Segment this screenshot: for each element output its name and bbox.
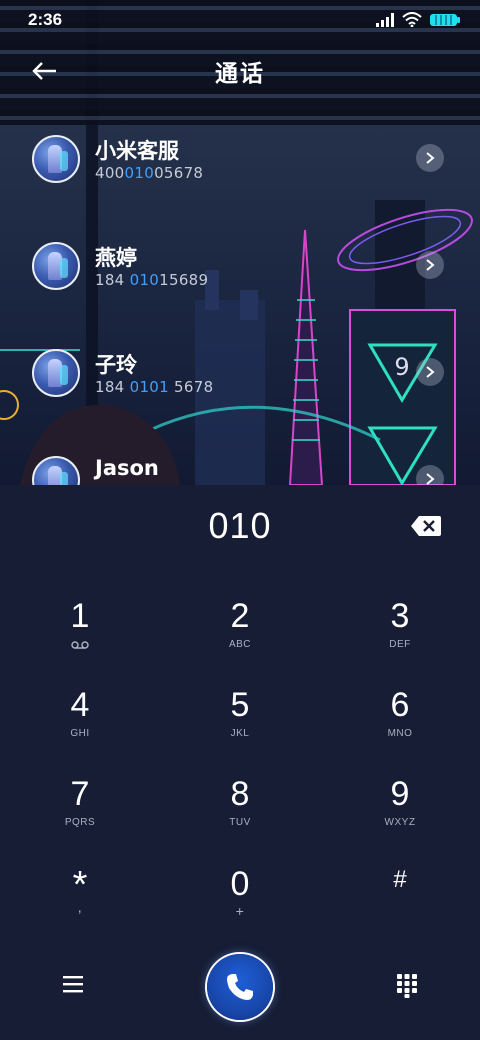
dial-input[interactable]: 010	[0, 505, 480, 547]
list-item[interactable]: Jason	[0, 452, 480, 485]
status-icons	[376, 12, 460, 27]
contact-detail-button[interactable]	[416, 144, 444, 172]
key-star[interactable]: * ,	[20, 865, 140, 945]
key-7[interactable]: 7 PQRS	[20, 775, 140, 855]
key-0[interactable]: 0 +	[180, 865, 300, 945]
key-2[interactable]: 2 ABC	[180, 597, 300, 677]
wifi-icon	[402, 12, 422, 27]
contact-number: 184 0101 5678	[95, 378, 214, 396]
contact-detail-button[interactable]	[416, 251, 444, 279]
menu-icon[interactable]	[60, 973, 86, 995]
contact-name: 燕婷	[95, 246, 137, 270]
dialer-panel: 010 1 2 ABC 3 DEF 4 GHI 5 JKL 6 MNO 7 PQ…	[0, 485, 480, 1040]
contact-name: 小米客服	[95, 139, 179, 163]
list-item[interactable]: 子玲 184 0101 5678	[0, 345, 480, 445]
avatar	[32, 456, 80, 485]
chevron-right-icon	[426, 259, 435, 271]
battery-icon	[430, 13, 460, 26]
voicemail-icon	[71, 641, 89, 649]
key-5[interactable]: 5 JKL	[180, 686, 300, 766]
signal-icon	[376, 12, 394, 27]
list-item[interactable]: 燕婷 184 01015689	[0, 238, 480, 338]
key-9[interactable]: 9 WXYZ	[340, 775, 460, 855]
status-bar: 2:36	[0, 0, 480, 40]
app-header: 通话	[0, 48, 480, 92]
avatar	[32, 242, 80, 290]
call-button[interactable]	[207, 954, 273, 1020]
key-4[interactable]: 4 GHI	[20, 686, 140, 766]
key-8[interactable]: 8 TUV	[180, 775, 300, 855]
contact-detail-button[interactable]	[416, 358, 444, 386]
status-time: 2:36	[28, 10, 63, 29]
chevron-right-icon	[426, 366, 435, 378]
key-3[interactable]: 3 DEF	[340, 597, 460, 677]
avatar	[32, 135, 80, 183]
chevron-right-icon	[426, 473, 435, 485]
page-title: 通话	[215, 61, 265, 87]
backspace-icon[interactable]	[410, 515, 442, 537]
key-1[interactable]: 1	[20, 597, 140, 677]
key-hash[interactable]: #	[340, 865, 460, 945]
contact-detail-button[interactable]	[416, 465, 444, 485]
phone-icon	[227, 974, 253, 1000]
contact-name: Jason	[95, 456, 159, 480]
chevron-right-icon	[426, 152, 435, 164]
avatar	[32, 349, 80, 397]
keypad-icon[interactable]	[395, 972, 419, 998]
key-6[interactable]: 6 MNO	[340, 686, 460, 766]
list-item[interactable]: 小米客服 40001005678	[0, 131, 480, 231]
contact-number: 184 01015689	[95, 271, 209, 289]
contact-number: 40001005678	[95, 164, 204, 182]
contact-name: 子玲	[95, 353, 137, 377]
